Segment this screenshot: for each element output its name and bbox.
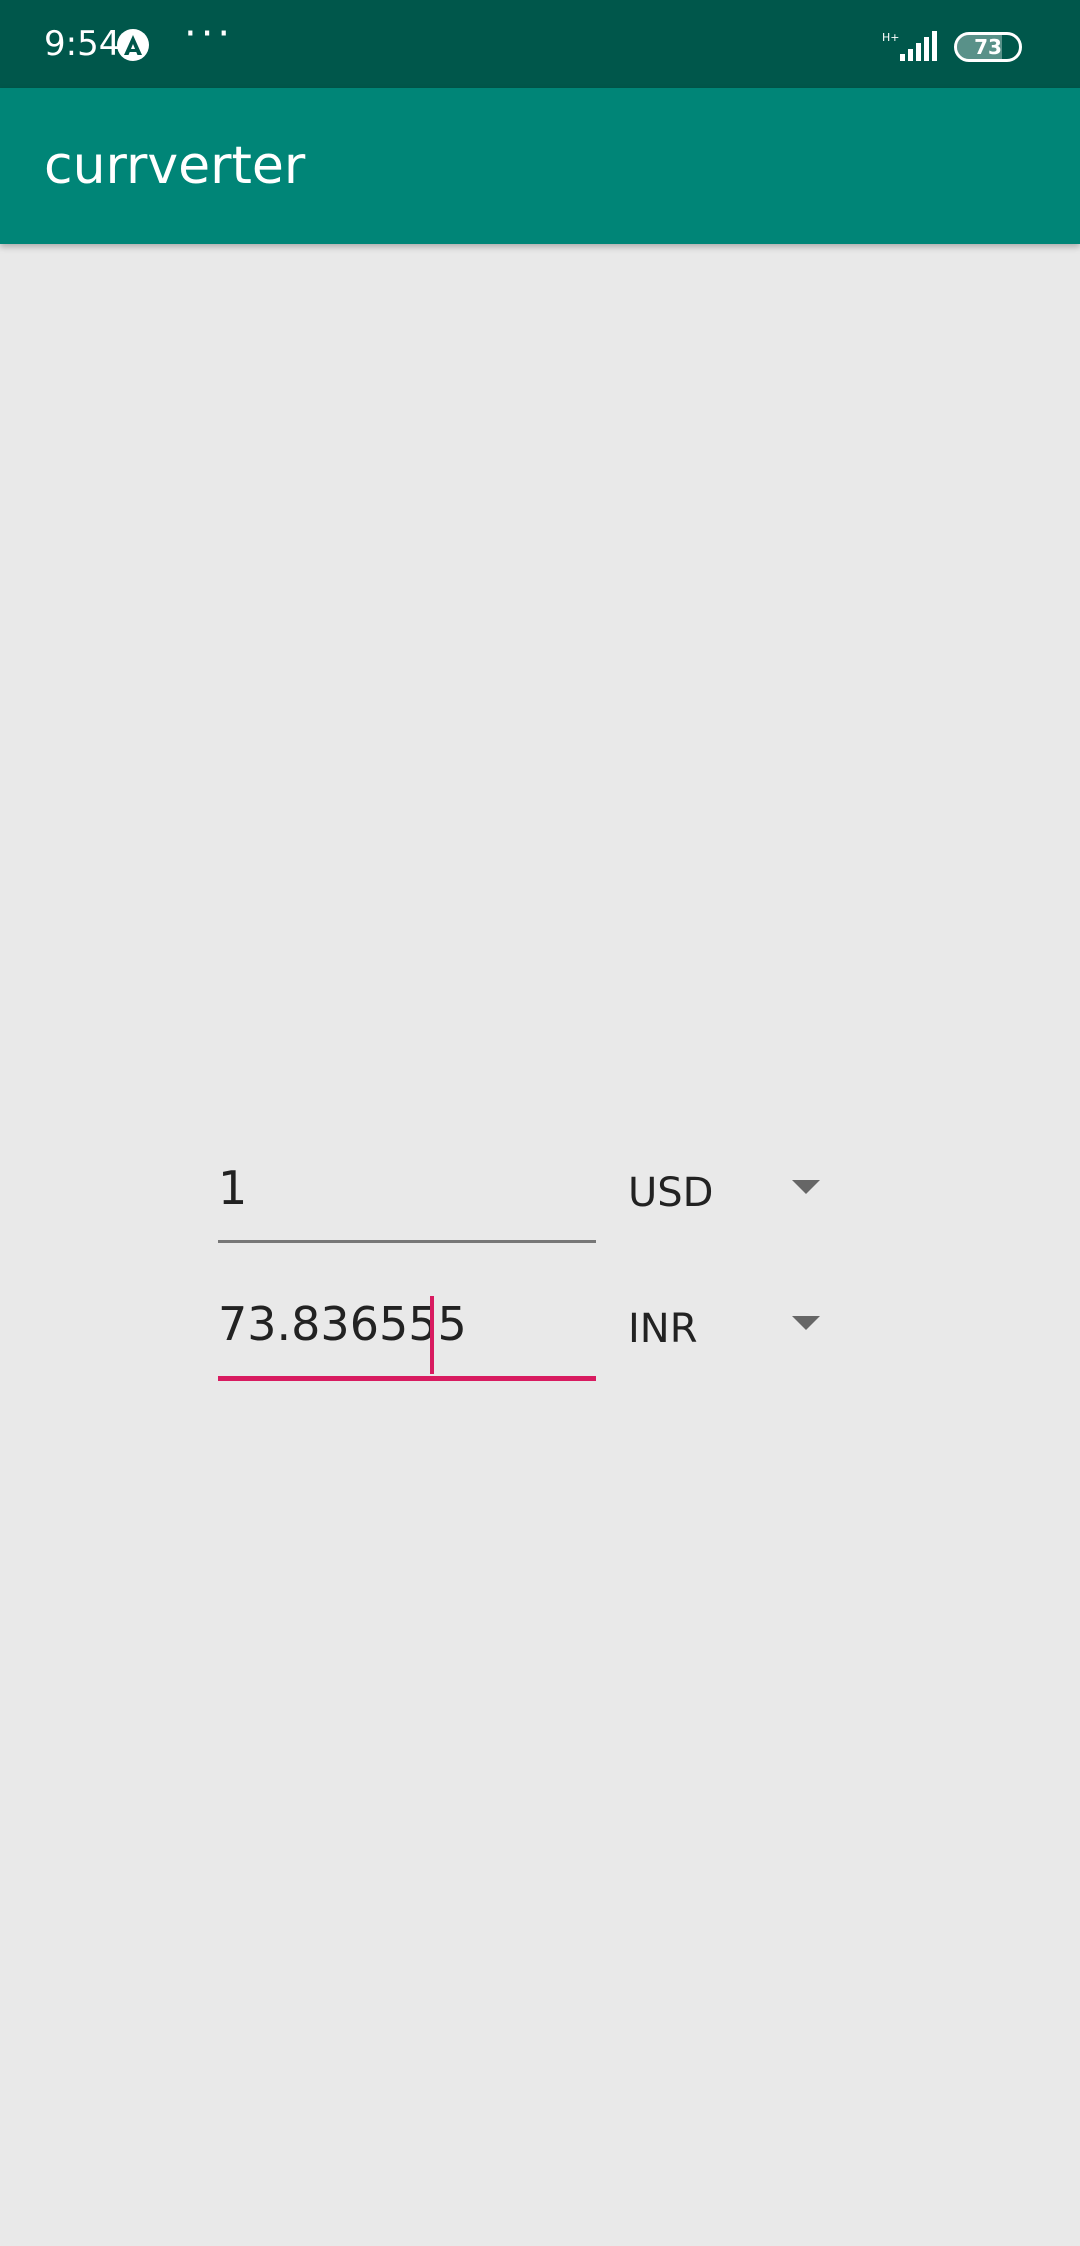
app-title: currverter <box>44 136 306 196</box>
to-amount-underline <box>218 1376 596 1381</box>
status-time: 9:54 <box>44 24 121 64</box>
to-amount-input[interactable] <box>218 1276 596 1372</box>
notification-a-icon <box>117 29 149 61</box>
app-bar: currverter <box>0 88 1080 244</box>
battery-icon: 73 <box>954 32 1022 62</box>
from-currency-select[interactable]: USD <box>628 1140 828 1236</box>
from-currency-label: USD <box>628 1170 714 1216</box>
battery-percent: 73 <box>974 35 1002 59</box>
to-currency-label: INR <box>628 1306 698 1352</box>
to-row: INR <box>0 1276 1080 1412</box>
dropdown-arrow-icon <box>792 1180 820 1194</box>
to-currency-select[interactable]: INR <box>628 1276 828 1372</box>
more-notifications-icon: ··· <box>184 11 235 57</box>
from-amount-field[interactable] <box>218 1140 596 1260</box>
status-bar: 9:54 ··· H+ 73 <box>0 0 1080 88</box>
dropdown-arrow-icon <box>792 1316 820 1330</box>
to-amount-field[interactable] <box>218 1276 596 1396</box>
from-amount-input[interactable] <box>218 1140 596 1236</box>
signal-icon: H+ <box>882 31 937 61</box>
from-amount-underline <box>218 1240 596 1243</box>
text-cursor <box>430 1296 434 1374</box>
from-row: USD <box>0 1140 1080 1276</box>
network-type-label: H+ <box>882 31 900 44</box>
